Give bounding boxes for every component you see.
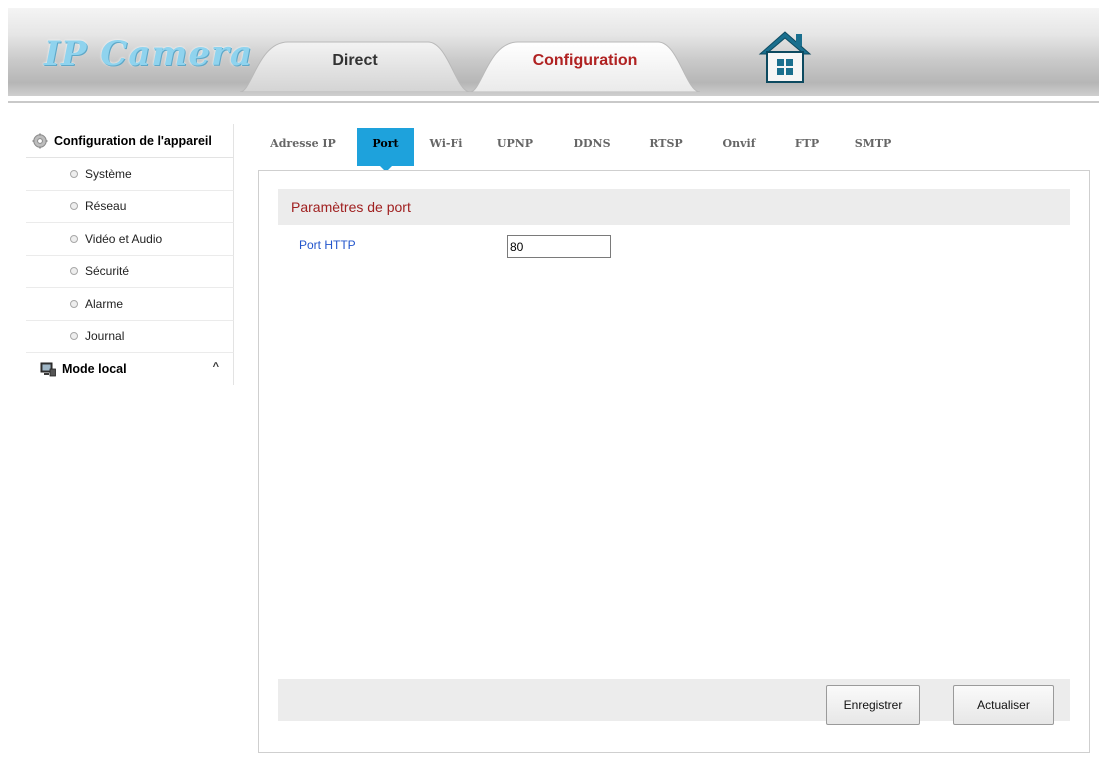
- header-divider: [8, 101, 1099, 103]
- tab-direct[interactable]: Direct: [240, 40, 470, 92]
- subtab-ftp[interactable]: FTP: [788, 128, 826, 166]
- sidebar-item-label: Système: [85, 166, 132, 181]
- sidebar-item-reseau[interactable]: Réseau: [26, 190, 234, 223]
- subtab-upnp[interactable]: UPNP: [492, 128, 538, 166]
- bullet-icon: [70, 299, 78, 308]
- computer-icon: [40, 361, 56, 377]
- tab-direct-label: Direct: [332, 52, 378, 69]
- sidebar: Configuration de l'appareil Système Rése…: [26, 124, 234, 385]
- home-button[interactable]: [758, 30, 812, 86]
- sidebar-item-video-audio[interactable]: Vidéo et Audio: [26, 223, 234, 256]
- tab-configuration-label: Configuration: [532, 52, 638, 69]
- local-mode-label: Mode local: [62, 362, 127, 376]
- sidebar-item-alarme[interactable]: Alarme: [26, 288, 234, 321]
- sidebar-item-journal[interactable]: Journal: [26, 320, 234, 353]
- content-panel: Paramètres de port Port HTTP Enregistrer…: [258, 170, 1090, 753]
- subtab-ddns[interactable]: DDNS: [568, 128, 616, 166]
- sidebar-item-label: Sécurité: [85, 264, 130, 279]
- sidebar-section-label: Configuration de l'appareil: [54, 133, 212, 148]
- sidebar-section-local-mode[interactable]: Mode local ^: [26, 353, 234, 385]
- sidebar-item-label: Vidéo et Audio: [85, 231, 163, 246]
- section-title: Paramètres de port: [278, 189, 1070, 225]
- sidebar-item-label: Réseau: [85, 199, 127, 214]
- top-header: IP Camera Direct Configuration: [0, 0, 1099, 103]
- refresh-button[interactable]: Actualiser: [953, 685, 1054, 725]
- sidebar-item-securite[interactable]: Sécurité: [26, 255, 234, 288]
- bullet-icon: [70, 332, 78, 341]
- action-bar: Enregistrer Actualiser: [278, 679, 1070, 725]
- sidebar-item-label: Journal: [85, 329, 125, 344]
- bullet-icon: [70, 169, 78, 178]
- save-button[interactable]: Enregistrer: [826, 685, 920, 725]
- sidebar-item-label: Alarme: [85, 296, 124, 311]
- subtab-onvif[interactable]: Onvif: [715, 128, 763, 166]
- home-icon: [758, 31, 812, 83]
- sidebar-section-device-config[interactable]: Configuration de l'appareil: [26, 124, 234, 158]
- port-http-label: Port HTTP: [299, 238, 356, 252]
- subtab-adresse-ip[interactable]: Adresse IP: [258, 128, 348, 166]
- port-http-input[interactable]: [507, 235, 611, 258]
- tab-configuration[interactable]: Configuration: [470, 40, 700, 92]
- subtab-rtsp[interactable]: RTSP: [643, 128, 689, 166]
- sidebar-item-systeme[interactable]: Système: [26, 158, 234, 191]
- subtab-wifi[interactable]: Wi-Fi: [426, 128, 466, 166]
- bullet-icon: [70, 234, 78, 243]
- subtab-port[interactable]: Port: [357, 128, 414, 172]
- bullet-icon: [70, 202, 78, 211]
- logo: IP Camera: [44, 34, 253, 74]
- chevron-up-icon[interactable]: ^: [213, 361, 219, 373]
- subtab-smtp[interactable]: SMTP: [848, 128, 898, 166]
- gear-icon: [32, 133, 48, 149]
- bullet-icon: [70, 267, 78, 276]
